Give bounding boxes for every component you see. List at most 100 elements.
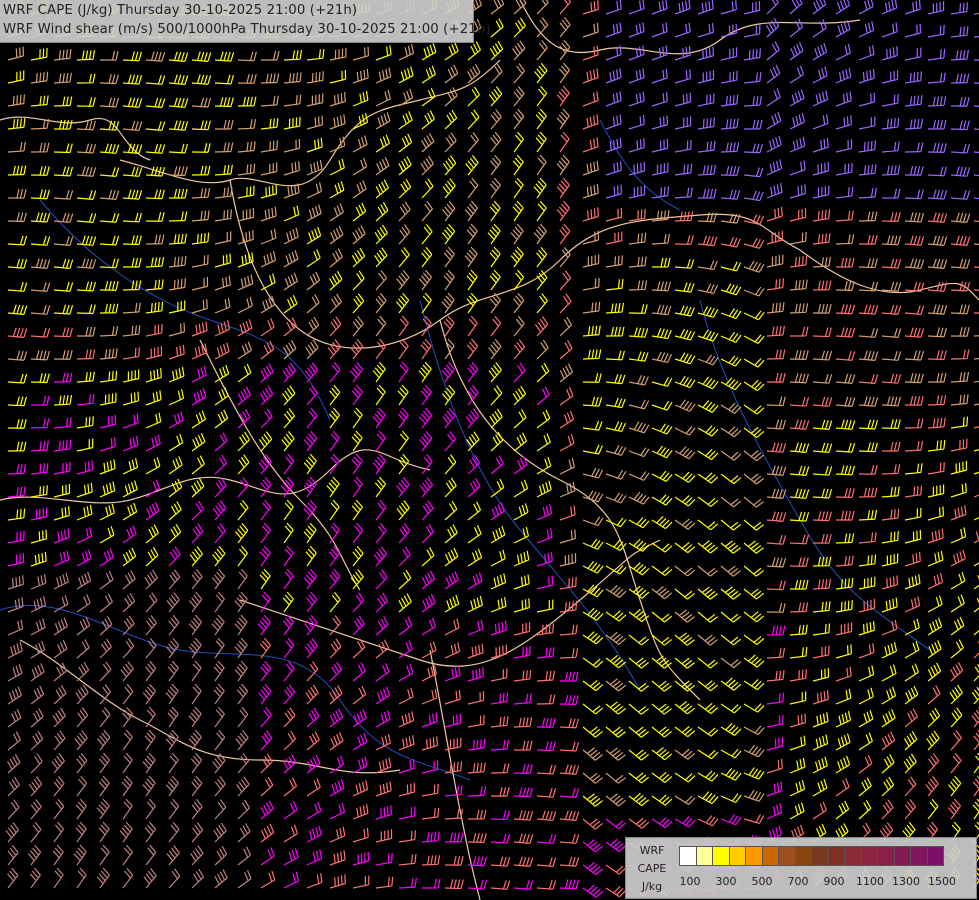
wind-barb — [904, 440, 924, 452]
wind-barb — [168, 120, 189, 131]
wind-barb — [99, 593, 113, 613]
wind-barb — [950, 49, 969, 61]
wind-barb — [536, 647, 555, 659]
wind-barb — [582, 254, 600, 268]
wind-barb — [421, 878, 441, 889]
wind-barb — [52, 844, 64, 866]
wind-barb — [582, 0, 599, 15]
wind-barb — [766, 88, 781, 107]
wind-barb — [375, 781, 392, 797]
wind-barb — [76, 97, 96, 107]
wind-barb — [74, 730, 88, 751]
wind-barb — [533, 177, 547, 199]
wind-barb — [651, 611, 673, 623]
wind-barb — [96, 867, 110, 889]
wind-barb — [303, 430, 318, 452]
wind-barb — [950, 96, 970, 107]
wind-barb — [7, 282, 28, 292]
wind-barb — [214, 432, 228, 452]
wind-barb — [881, 664, 897, 682]
wind-barb — [651, 233, 671, 245]
wind-barb — [467, 478, 481, 498]
wind-barb — [881, 597, 898, 613]
wind-barb — [789, 802, 805, 820]
wind-barb — [466, 292, 478, 314]
wind-barb — [582, 91, 599, 107]
wind-barb — [53, 372, 73, 383]
wind-barb — [559, 810, 580, 821]
wind-barb — [120, 661, 134, 682]
wind-barb — [467, 762, 486, 774]
legend-swatch — [910, 846, 928, 866]
wind-barb — [27, 844, 42, 866]
wind-barb — [489, 408, 503, 429]
wind-barb — [904, 327, 925, 338]
wind-barb — [766, 278, 785, 291]
wind-barb — [467, 109, 480, 130]
wind-barb — [396, 269, 410, 291]
wind-barb — [858, 419, 879, 430]
wind-barb — [858, 576, 876, 590]
wind-barb — [260, 184, 278, 199]
wind-barb — [559, 718, 579, 729]
wind-barb — [674, 282, 695, 293]
wind-barb — [191, 660, 202, 682]
wind-barb — [329, 568, 341, 590]
wind-barb — [904, 418, 924, 429]
wind-barb — [881, 709, 896, 728]
wind-barb — [306, 731, 320, 751]
wind-barb — [766, 325, 785, 337]
wind-barb — [260, 522, 271, 544]
wind-barb — [904, 663, 919, 682]
wind-barb — [76, 143, 97, 154]
wind-barb — [30, 573, 47, 590]
wind-barb — [329, 779, 345, 797]
wind-barb — [7, 486, 26, 498]
wind-barb — [559, 505, 576, 521]
river — [0, 604, 471, 781]
wind-barb — [628, 304, 648, 314]
wind-barb — [743, 72, 762, 84]
wind-barb — [559, 387, 574, 406]
wind-barb — [582, 772, 603, 784]
wind-barb — [76, 304, 96, 315]
wind-barb — [628, 0, 645, 15]
wind-barb — [168, 255, 187, 268]
wind-barb — [237, 568, 248, 590]
wind-barb — [556, 200, 571, 222]
wind-barb — [421, 855, 441, 866]
wind-barb — [99, 459, 116, 475]
wind-barb — [881, 754, 895, 774]
wind-barb — [858, 396, 879, 407]
wind-barb — [260, 730, 273, 751]
wind-barb — [720, 496, 742, 508]
wind-barb — [950, 707, 963, 728]
wind-barb — [145, 592, 158, 613]
wind-barb — [605, 0, 622, 15]
wind-barb — [674, 816, 696, 828]
wind-barb — [490, 478, 505, 498]
wind-barb — [283, 684, 296, 705]
wind-barb — [51, 753, 65, 774]
wind-barb — [444, 64, 459, 84]
wind-barb — [122, 683, 134, 705]
wind-barb — [812, 601, 831, 613]
wind-barb — [7, 575, 24, 590]
wind-barb — [881, 212, 901, 222]
wind-barb — [674, 69, 691, 84]
wind-barb — [950, 527, 967, 544]
wind-barb — [53, 49, 72, 61]
wind-barb — [76, 867, 87, 889]
wind-barb — [950, 281, 971, 292]
wind-barb — [398, 640, 413, 659]
wind-barb — [145, 212, 165, 222]
wind-barb — [973, 348, 979, 360]
wind-barb — [950, 212, 971, 223]
wind-barb — [7, 508, 26, 521]
wind-barb — [145, 706, 156, 728]
wind-barb — [419, 430, 433, 452]
wind-barb — [122, 480, 138, 498]
wind-barb — [949, 661, 964, 682]
wind-barb — [536, 293, 548, 314]
wind-barb — [789, 279, 808, 291]
